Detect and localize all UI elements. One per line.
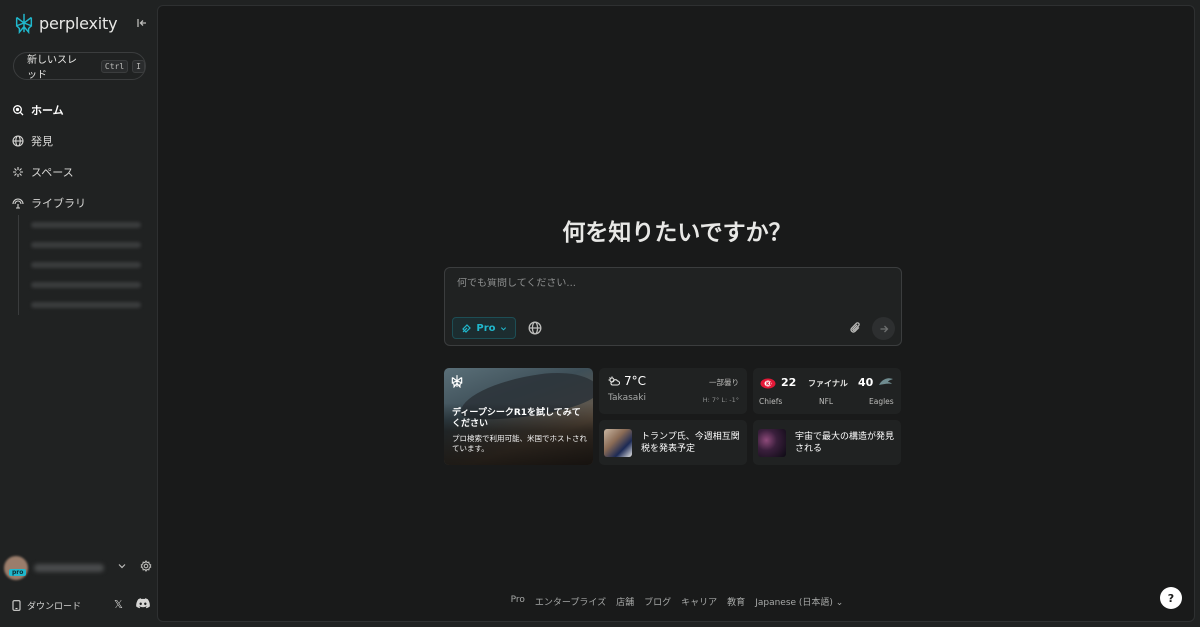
weather-condition: 一部曇り [709,378,739,387]
footer-link-careers[interactable]: キャリア [681,595,717,608]
chiefs-logo-icon: KC [760,378,776,389]
pro-badge: pro [9,569,27,576]
game-stage: ファイナル [808,379,848,388]
perplexity-logo-icon [15,13,33,34]
pro-search-toggle[interactable]: Pro [452,317,516,339]
submit-button[interactable] [872,317,895,340]
library-icon [12,197,24,209]
sidebar-item-label: スペース [31,165,74,179]
sidebar-nav: ホーム 発見 スペース ライブラリ [12,94,152,218]
weather-city: Takasaki [608,393,647,403]
weather-high-low: H: 7° L: -1° [702,396,739,404]
chevron-down-icon: ⌄ [832,598,844,608]
main-panel: 何を知りたいですか？ Pro ディープシークR1を試してみてください プロ検索で… [157,5,1195,622]
news-thumbnail [604,429,632,457]
shortcut-key-ctrl: Ctrl [100,59,129,73]
sidebar-item-home[interactable]: ホーム [12,94,152,125]
home-team: Chiefs [759,397,783,406]
language-label: Japanese (日本語) [755,598,833,608]
collapse-sidebar-button[interactable] [134,15,150,31]
brand-logo[interactable]: perplexity [13,12,118,34]
footer-link-store[interactable]: 店舗 [616,595,634,608]
svg-text:KC: KC [766,382,774,388]
featured-card-title: ディープシークR1を試してみてください [452,408,581,429]
eagles-logo-icon [879,378,893,385]
brand-name: perplexity [39,13,118,33]
blurred-thread-title [31,242,141,248]
blurred-thread-title [31,302,141,308]
chevron-down-icon [118,564,126,569]
blurred-thread-title [31,282,141,288]
new-thread-button[interactable]: 新しいスレッド Ctrl I [13,52,146,81]
discord-icon[interactable] [136,598,150,610]
sidebar-item-label: ライブラリ [31,196,86,210]
download-app-link[interactable]: ダウンロード [12,597,152,613]
perplexity-logo-icon [451,375,463,388]
partly-cloudy-icon [608,376,620,386]
footer-links: Pro エンタープライズ 店舗 ブログ キャリア 教育 Japanese (日本… [158,595,1196,608]
news-card[interactable]: トランプ氏、今週相互関税を発表予定 [599,420,747,465]
download-label: ダウンロード [27,601,82,612]
sports-score-card[interactable]: KC 22 ファイナル 40 Chiefs NFL Eagles [753,368,901,414]
focus-globe-button[interactable] [528,321,542,335]
news-thumbnail [758,429,786,457]
shortcut-hint: Ctrl I [100,59,145,73]
news-title: トランプ氏、今週相互関税を発表予定 [641,432,740,454]
sparkle-icon [12,166,24,178]
mobile-device-icon [12,599,21,611]
attach-file-button[interactable] [849,321,863,335]
blurred-user-name [34,564,104,572]
gear-icon[interactable] [140,560,152,572]
library-thread-item[interactable] [31,255,148,275]
globe-icon [12,134,24,147]
footer-link-blog[interactable]: ブログ [644,595,671,608]
sidebar-item-label: ホーム [31,103,64,117]
footer-link-education[interactable]: 教育 [727,595,745,608]
avatar [4,556,28,580]
pro-search-icon [462,323,472,333]
sidebar: perplexity 新しいスレッド Ctrl I ホーム 発見 スペース ライ… [0,0,157,627]
news-card[interactable]: 宇宙で最大の構造が発見される [753,420,901,465]
collapse-icon [137,19,146,27]
home-score: 22 [781,376,797,389]
sidebar-item-label: 発見 [31,134,53,148]
library-thread-item[interactable] [31,295,148,315]
featured-card-subtitle: プロ検索で利用可能、米国でホストされています。 [452,434,587,453]
library-thread-list [18,215,148,315]
weather-temp: 7°C [624,374,647,388]
library-thread-item[interactable] [31,235,148,255]
search-input[interactable] [457,278,877,289]
page-title: 何を知りたいですか？ [562,220,792,246]
blurred-thread-title [31,222,141,228]
help-button[interactable]: ? [1160,587,1182,609]
away-team: Eagles [869,397,894,406]
arrow-right-icon [880,325,888,332]
featured-card[interactable]: ディープシークR1を試してみてください プロ検索で利用可能、米国でホストされてい… [444,368,593,465]
new-thread-label: 新しいスレッド [27,55,77,81]
pro-label: Pro [476,322,496,334]
library-thread-item[interactable] [31,215,148,235]
weather-card[interactable]: 7°C 一部曇り Takasaki H: 7° L: -1° [599,368,747,414]
away-score: 40 [858,376,874,389]
sidebar-item-discover[interactable]: 発見 [12,125,152,156]
language-selector[interactable]: Japanese (日本語) ⌄ [755,595,843,608]
shortcut-key-i: I [132,59,145,73]
x-twitter-icon[interactable]: 𝕏 [114,598,123,611]
sidebar-item-library[interactable]: ライブラリ [12,187,152,218]
account-menu[interactable] [4,552,154,584]
news-title: 宇宙で最大の構造が発見される [795,432,895,454]
sidebar-item-spaces[interactable]: スペース [12,156,152,187]
footer-link-enterprise[interactable]: エンタープライズ [535,595,606,608]
app-root: perplexity 新しいスレッド Ctrl I ホーム 発見 スペース ライ… [0,0,1200,627]
league-name: NFL [819,397,834,406]
library-thread-item[interactable] [31,275,148,295]
home-search-icon [12,104,24,116]
ask-box: Pro [444,267,902,346]
blurred-thread-title [31,262,141,268]
chevron-down-icon [500,326,506,331]
footer-link-pro[interactable]: Pro [511,595,525,608]
